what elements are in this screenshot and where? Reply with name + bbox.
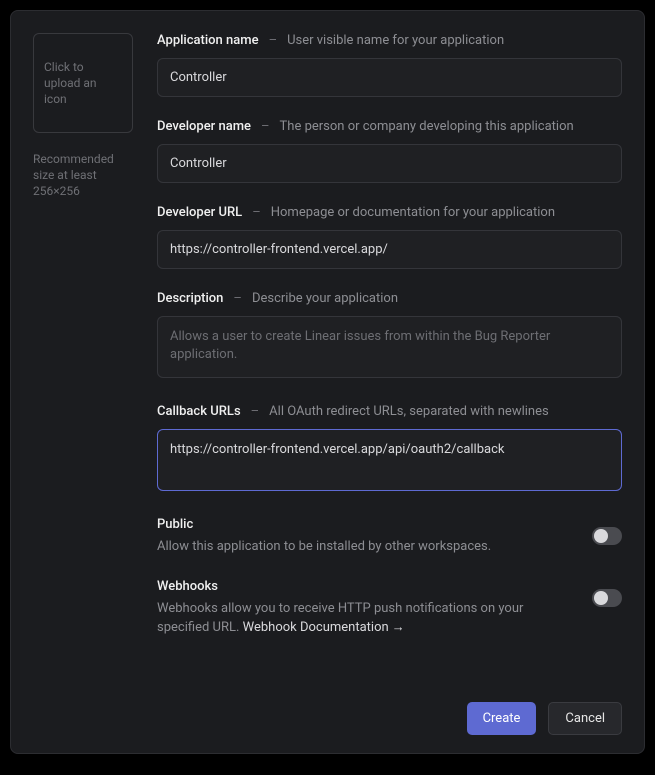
field-description: Description – Describe your application (157, 291, 622, 382)
arrow-right-icon: → (392, 620, 405, 635)
form-column: Application name – User visible name for… (157, 33, 622, 735)
toggle-knob (594, 591, 608, 605)
webhooks-desc: Webhooks allow you to receive HTTP push … (157, 600, 572, 638)
field-app-name: Application name – User visible name for… (157, 33, 622, 97)
callback-label: Callback URLs (157, 404, 241, 419)
field-developer-name: Developer name – The person or company d… (157, 119, 622, 183)
developer-name-label: Developer name (157, 119, 251, 134)
webhooks-toggle-row: Webhooks Webhooks allow you to receive H… (157, 579, 622, 638)
developer-name-input[interactable] (157, 144, 622, 183)
webhooks-toggle[interactable] (592, 589, 622, 607)
webhooks-title: Webhooks (157, 579, 572, 594)
app-name-label: Application name (157, 33, 259, 48)
public-toggle-row: Public Allow this application to be inst… (157, 517, 622, 557)
description-input[interactable] (157, 316, 622, 378)
webhook-doc-link[interactable]: Webhook Documentation→ (243, 620, 405, 635)
developer-url-input[interactable] (157, 230, 622, 269)
recommended-size-text: Recommended size at least 256×256 (33, 151, 133, 200)
app-name-input[interactable] (157, 58, 622, 97)
field-callback-urls: Callback URLs – All OAuth redirect URLs,… (157, 404, 622, 495)
public-toggle[interactable] (592, 527, 622, 545)
upload-prompt: Click to upload an icon (44, 59, 122, 108)
upload-icon-box[interactable]: Click to upload an icon (33, 33, 133, 133)
developer-name-hint: The person or company developing this ap… (280, 119, 574, 134)
icon-column: Click to upload an icon Recommended size… (33, 33, 133, 735)
developer-url-label: Developer URL (157, 205, 242, 220)
field-developer-url: Developer URL – Homepage or documentatio… (157, 205, 622, 269)
app-name-hint: User visible name for your application (287, 33, 504, 48)
application-form-panel: Click to upload an icon Recommended size… (10, 10, 645, 754)
public-title: Public (157, 517, 572, 532)
create-button[interactable]: Create (467, 702, 537, 735)
callback-urls-input[interactable] (157, 429, 622, 491)
developer-url-hint: Homepage or documentation for your appli… (271, 205, 555, 220)
description-hint: Describe your application (252, 291, 398, 306)
description-label: Description (157, 291, 223, 306)
form-actions: Create Cancel (157, 702, 622, 735)
callback-hint: All OAuth redirect URLs, separated with … (269, 404, 549, 419)
cancel-button[interactable]: Cancel (548, 702, 622, 735)
public-desc: Allow this application to be installed b… (157, 538, 572, 557)
toggle-knob (594, 529, 608, 543)
